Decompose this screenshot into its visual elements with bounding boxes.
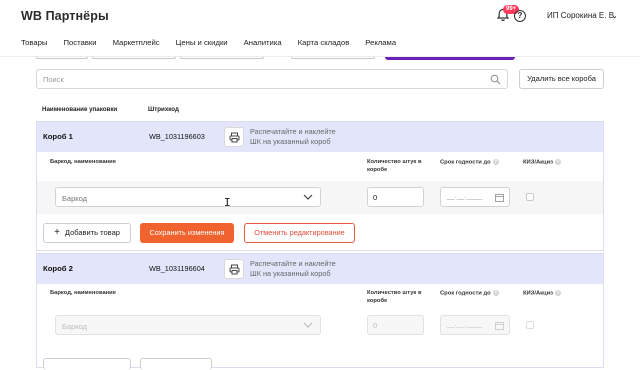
kiz-checkbox[interactable] <box>526 193 534 201</box>
box-name: Короб 2 <box>43 264 73 273</box>
calendar-icon[interactable] <box>495 193 504 202</box>
nav-item-prices[interactable]: Цены и скидки <box>176 38 228 47</box>
column-header-barcode: Штрихкод <box>148 106 179 113</box>
plus-icon: + <box>54 227 60 238</box>
partial-primary-button[interactable] <box>385 57 515 60</box>
partial-field[interactable] <box>180 57 264 59</box>
expiry-date-input[interactable]: __.__.____ <box>440 315 510 335</box>
barcode-select-placeholder: Баркод <box>62 322 88 331</box>
print-hint: Распечатайте и наклейте ШК на указанный … <box>250 127 336 146</box>
quantity-input[interactable]: 0 <box>367 187 424 207</box>
box-header: Короб 1 WB_1031196603 Распечатайте и нак… <box>37 122 603 152</box>
main-nav: Товары Поставки Маркетплейс Цены и скидк… <box>21 38 412 47</box>
column-header-packaging: Наименование упаковки <box>42 106 118 113</box>
subheader-expiry-label: Срок годности до <box>440 159 491 166</box>
kiz-checkbox[interactable] <box>526 321 534 329</box>
info-icon[interactable]: ? <box>492 159 499 165</box>
subheader-kiz-label: КИЗ/Акциз <box>523 159 554 166</box>
search-input[interactable]: Поиск <box>36 69 508 89</box>
nav-item-products[interactable]: Товары <box>21 38 47 47</box>
subheader-kiz-label: КИЗ/Акциз <box>523 290 554 297</box>
chevron-down-icon <box>303 194 313 200</box>
subheader-kiz: КИЗ/Акциз? <box>523 290 562 298</box>
subheader-expiry-label: Срок годности до <box>440 290 491 297</box>
subheader-qty: Количество штук в коробе <box>367 159 422 173</box>
info-icon[interactable]: ? <box>492 290 499 296</box>
subheader-expiry: Срок годности до? <box>440 290 499 298</box>
top-bar: WB Партнёры 99+ ? ИП Сорокина Е. В. ⌄ То… <box>0 0 640 57</box>
print-hint-line: Распечатайте и наклейте <box>250 127 336 136</box>
subheader-barcode-name: Баркод, наименование <box>50 159 116 165</box>
subheader-kiz: КИЗ/Акциз? <box>523 159 562 167</box>
partial-field[interactable] <box>92 57 176 59</box>
nav-item-marketplace[interactable]: Маркетплейс <box>113 38 160 47</box>
partial-field[interactable] <box>36 57 88 59</box>
info-icon[interactable]: ? <box>555 159 562 165</box>
logo[interactable]: WB Партнёры <box>21 9 109 23</box>
barcode-select[interactable]: Баркод <box>55 315 321 335</box>
print-hint: Распечатайте и наклейте ШК на указанный … <box>250 259 336 278</box>
print-hint-line: ШК на указанный короб <box>250 136 331 146</box>
info-icon[interactable]: ? <box>555 290 562 296</box>
print-hint-line: Распечатайте и наклейте <box>250 259 336 268</box>
cancel-edit-button[interactable]: Отменить редактирование <box>244 223 355 243</box>
nav-item-ads[interactable]: Реклама <box>365 38 396 47</box>
add-product-label: Добавить товар <box>64 228 120 237</box>
barcode-select[interactable]: Баркод <box>55 187 321 207</box>
expiry-date-placeholder: __.__.____ <box>447 321 483 328</box>
subheader-qty: Количество штук в коробе <box>367 290 422 304</box>
box-name: Короб 1 <box>43 132 73 141</box>
search-icon <box>490 74 501 85</box>
expiry-date-input[interactable]: __.__.____ <box>440 187 510 207</box>
add-product-button[interactable]: + Добавить товар <box>43 223 131 243</box>
delete-all-boxes-button[interactable]: Удалить все короба <box>519 69 604 89</box>
calendar-icon[interactable] <box>495 321 504 330</box>
quantity-input[interactable]: 0 <box>367 315 424 335</box>
save-changes-button[interactable]: Сохранить изменения <box>140 223 234 243</box>
printer-icon <box>229 132 240 143</box>
box-card: Короб 1 WB_1031196603 Распечатайте и нак… <box>36 121 604 251</box>
subheader-barcode-name: Баркод, наименование <box>50 290 116 296</box>
box-barcode: WB_1031196604 <box>149 264 205 273</box>
print-button[interactable] <box>224 127 244 147</box>
text-cursor-icon: I <box>224 196 231 209</box>
chevron-down-icon <box>303 322 313 328</box>
product-row: Баркод 0 __.__.____ <box>37 309 603 342</box>
help-icon[interactable]: ? <box>514 10 526 22</box>
box-header: Короб 2 WB_1031196604 Распечатайте и нак… <box>37 254 603 284</box>
user-menu[interactable]: ИП Сорокина Е. В. <box>547 11 616 20</box>
subheader-expiry: Срок годности до? <box>440 159 499 167</box>
printer-icon <box>229 264 240 275</box>
print-button[interactable] <box>224 259 244 279</box>
main-content: Поиск Удалить все короба Наименование уп… <box>0 57 640 370</box>
nav-item-supplies[interactable]: Поставки <box>63 38 96 47</box>
print-hint-line: ШК на указанный короб <box>250 268 331 278</box>
partial-field[interactable] <box>291 57 375 59</box>
box-card: Короб 2 WB_1031196604 Распечатайте и нак… <box>36 253 604 370</box>
nav-item-analytics[interactable]: Аналитика <box>244 38 282 47</box>
chevron-down-icon[interactable]: ⌄ <box>611 11 618 20</box>
product-row: Баркод 0 __.__.____ <box>37 181 603 214</box>
barcode-select-placeholder: Баркод <box>62 194 88 203</box>
expiry-date-placeholder: __.__.____ <box>447 193 483 200</box>
box-barcode: WB_1031196603 <box>149 132 205 141</box>
search-placeholder: Поиск <box>43 75 64 84</box>
nav-item-warehouses-map[interactable]: Карта складов <box>298 38 350 47</box>
